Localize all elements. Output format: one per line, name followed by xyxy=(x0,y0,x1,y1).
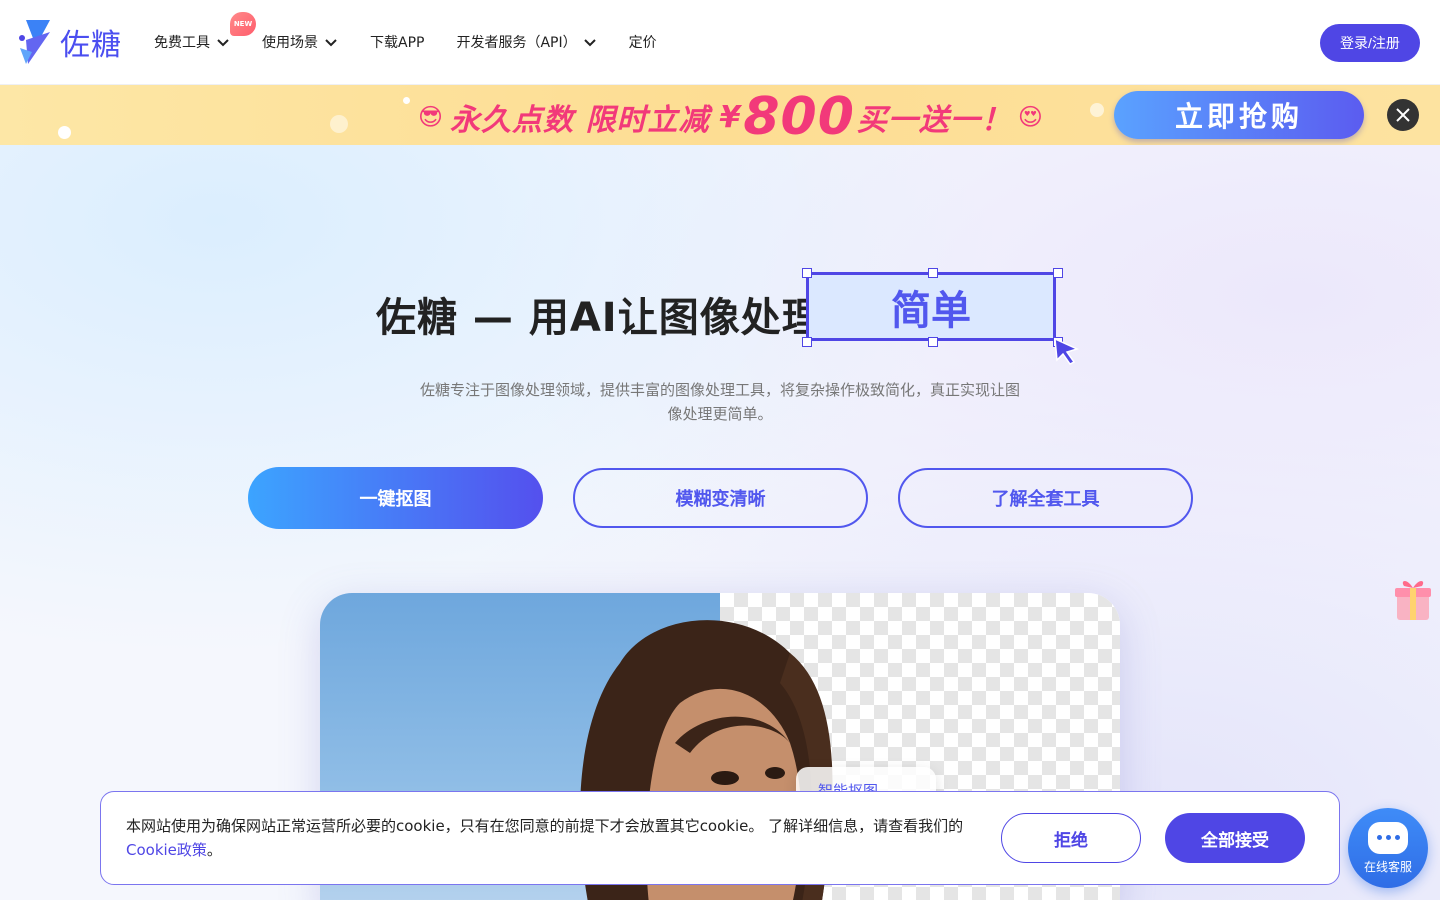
decor-dot xyxy=(58,126,71,139)
promo-buy-button[interactable]: 立即抢购 xyxy=(1114,91,1364,139)
hero-description: 佐糖专注于图像处理领域，提供丰富的图像处理工具，将复杂操作极致简化，真正实现让图… xyxy=(420,381,1021,423)
main-nav: 免费工具 NEW 使用场景 下载APP 开发者服务（API） 定价 xyxy=(154,12,689,54)
sunglasses-emoji-icon: 😎 xyxy=(418,103,445,131)
gift-icon[interactable] xyxy=(1392,574,1434,622)
new-badge: NEW xyxy=(230,12,256,36)
cookie-message: 本网站使用为确保网站正常运营所必要的cookie，只有在您同意的前提下才会放置其… xyxy=(126,814,986,862)
all-tools-button[interactable]: 了解全套工具 xyxy=(898,468,1193,528)
nav-developer-api[interactable]: 开发者服务（API） xyxy=(456,30,596,54)
heart-eyes-emoji-icon: 😍 xyxy=(1017,103,1044,131)
cookie-consent-bar: 本网站使用为确保网站正常运营所必要的cookie，只有在您同意的前提下才会放置其… xyxy=(100,791,1340,885)
brand-name: 佐糖 xyxy=(60,28,122,63)
site-header: 佐糖 免费工具 NEW 使用场景 下载APP 开发者服务（API） 定价 登录/… xyxy=(0,0,1440,85)
nav-use-cases[interactable]: 使用场景 xyxy=(262,30,338,54)
promo-text-right: 买一送一！ xyxy=(856,103,1012,138)
decor-dot xyxy=(1090,103,1104,117)
chevron-down-icon xyxy=(325,39,337,47)
promo-banner: 😎 永久点数 限时立减 ¥ 800 买一送一！ 😍 立即抢购 xyxy=(0,85,1440,145)
remove-background-button[interactable]: 一键抠图 xyxy=(248,467,543,529)
brand-logo[interactable]: 佐糖 xyxy=(18,18,122,66)
nav-free-tools[interactable]: 免费工具 NEW xyxy=(154,12,256,54)
decor-dot xyxy=(330,115,348,133)
hero-highlight: 简单 xyxy=(802,268,1063,347)
nav-pricing[interactable]: 定价 xyxy=(629,30,657,54)
nav-label: 定价 xyxy=(628,35,657,51)
nav-label: 使用场景 xyxy=(262,35,318,51)
promo-currency: ¥ xyxy=(719,99,742,135)
promo-amount: 800 xyxy=(743,87,855,145)
cursor-icon xyxy=(1054,337,1080,365)
hero-title: 佐糖 — 用AI让图像处理 xyxy=(376,295,823,341)
enhance-blur-button[interactable]: 模糊变清晰 xyxy=(573,468,868,528)
cookie-suffix: 。 xyxy=(206,841,222,859)
accept-all-cookies-button[interactable]: 全部接受 xyxy=(1165,813,1305,863)
cookie-policy-link[interactable]: Cookie政策 xyxy=(126,841,207,859)
chevron-down-icon xyxy=(217,39,229,47)
nav-download-app[interactable]: 下载APP xyxy=(370,30,424,54)
reject-cookies-button[interactable]: 拒绝 xyxy=(1001,813,1141,863)
close-icon xyxy=(1396,108,1410,122)
promo-text-left: 永久点数 限时立减 xyxy=(450,103,710,138)
chat-bubble-icon xyxy=(1368,821,1408,854)
resize-handle xyxy=(802,268,812,278)
resize-handle xyxy=(802,337,812,347)
support-label: 在线客服 xyxy=(1363,859,1412,874)
chevron-down-icon xyxy=(583,39,596,47)
resize-handle xyxy=(928,268,938,278)
hero-highlight-word: 简单 xyxy=(891,287,971,334)
nav-label: 免费工具 xyxy=(154,35,210,51)
cookie-text: 本网站使用为确保网站正常运营所必要的cookie，只有在您同意的前提下才会放置其… xyxy=(126,817,964,835)
login-register-button[interactable]: 登录/注册 xyxy=(1320,24,1420,62)
resize-handle xyxy=(1053,268,1063,278)
promo-close-button[interactable] xyxy=(1387,99,1419,131)
online-support-button[interactable]: 在线客服 xyxy=(1348,808,1428,888)
resize-handle xyxy=(928,337,938,347)
nav-label: 开发者服务（API） xyxy=(456,35,577,51)
decor-dot xyxy=(403,97,410,104)
logo-icon xyxy=(19,20,50,64)
promo-headline: 😎 永久点数 限时立减 ¥ 800 买一送一！ 😍 xyxy=(412,87,1050,145)
nav-label: 下载APP xyxy=(370,35,425,51)
